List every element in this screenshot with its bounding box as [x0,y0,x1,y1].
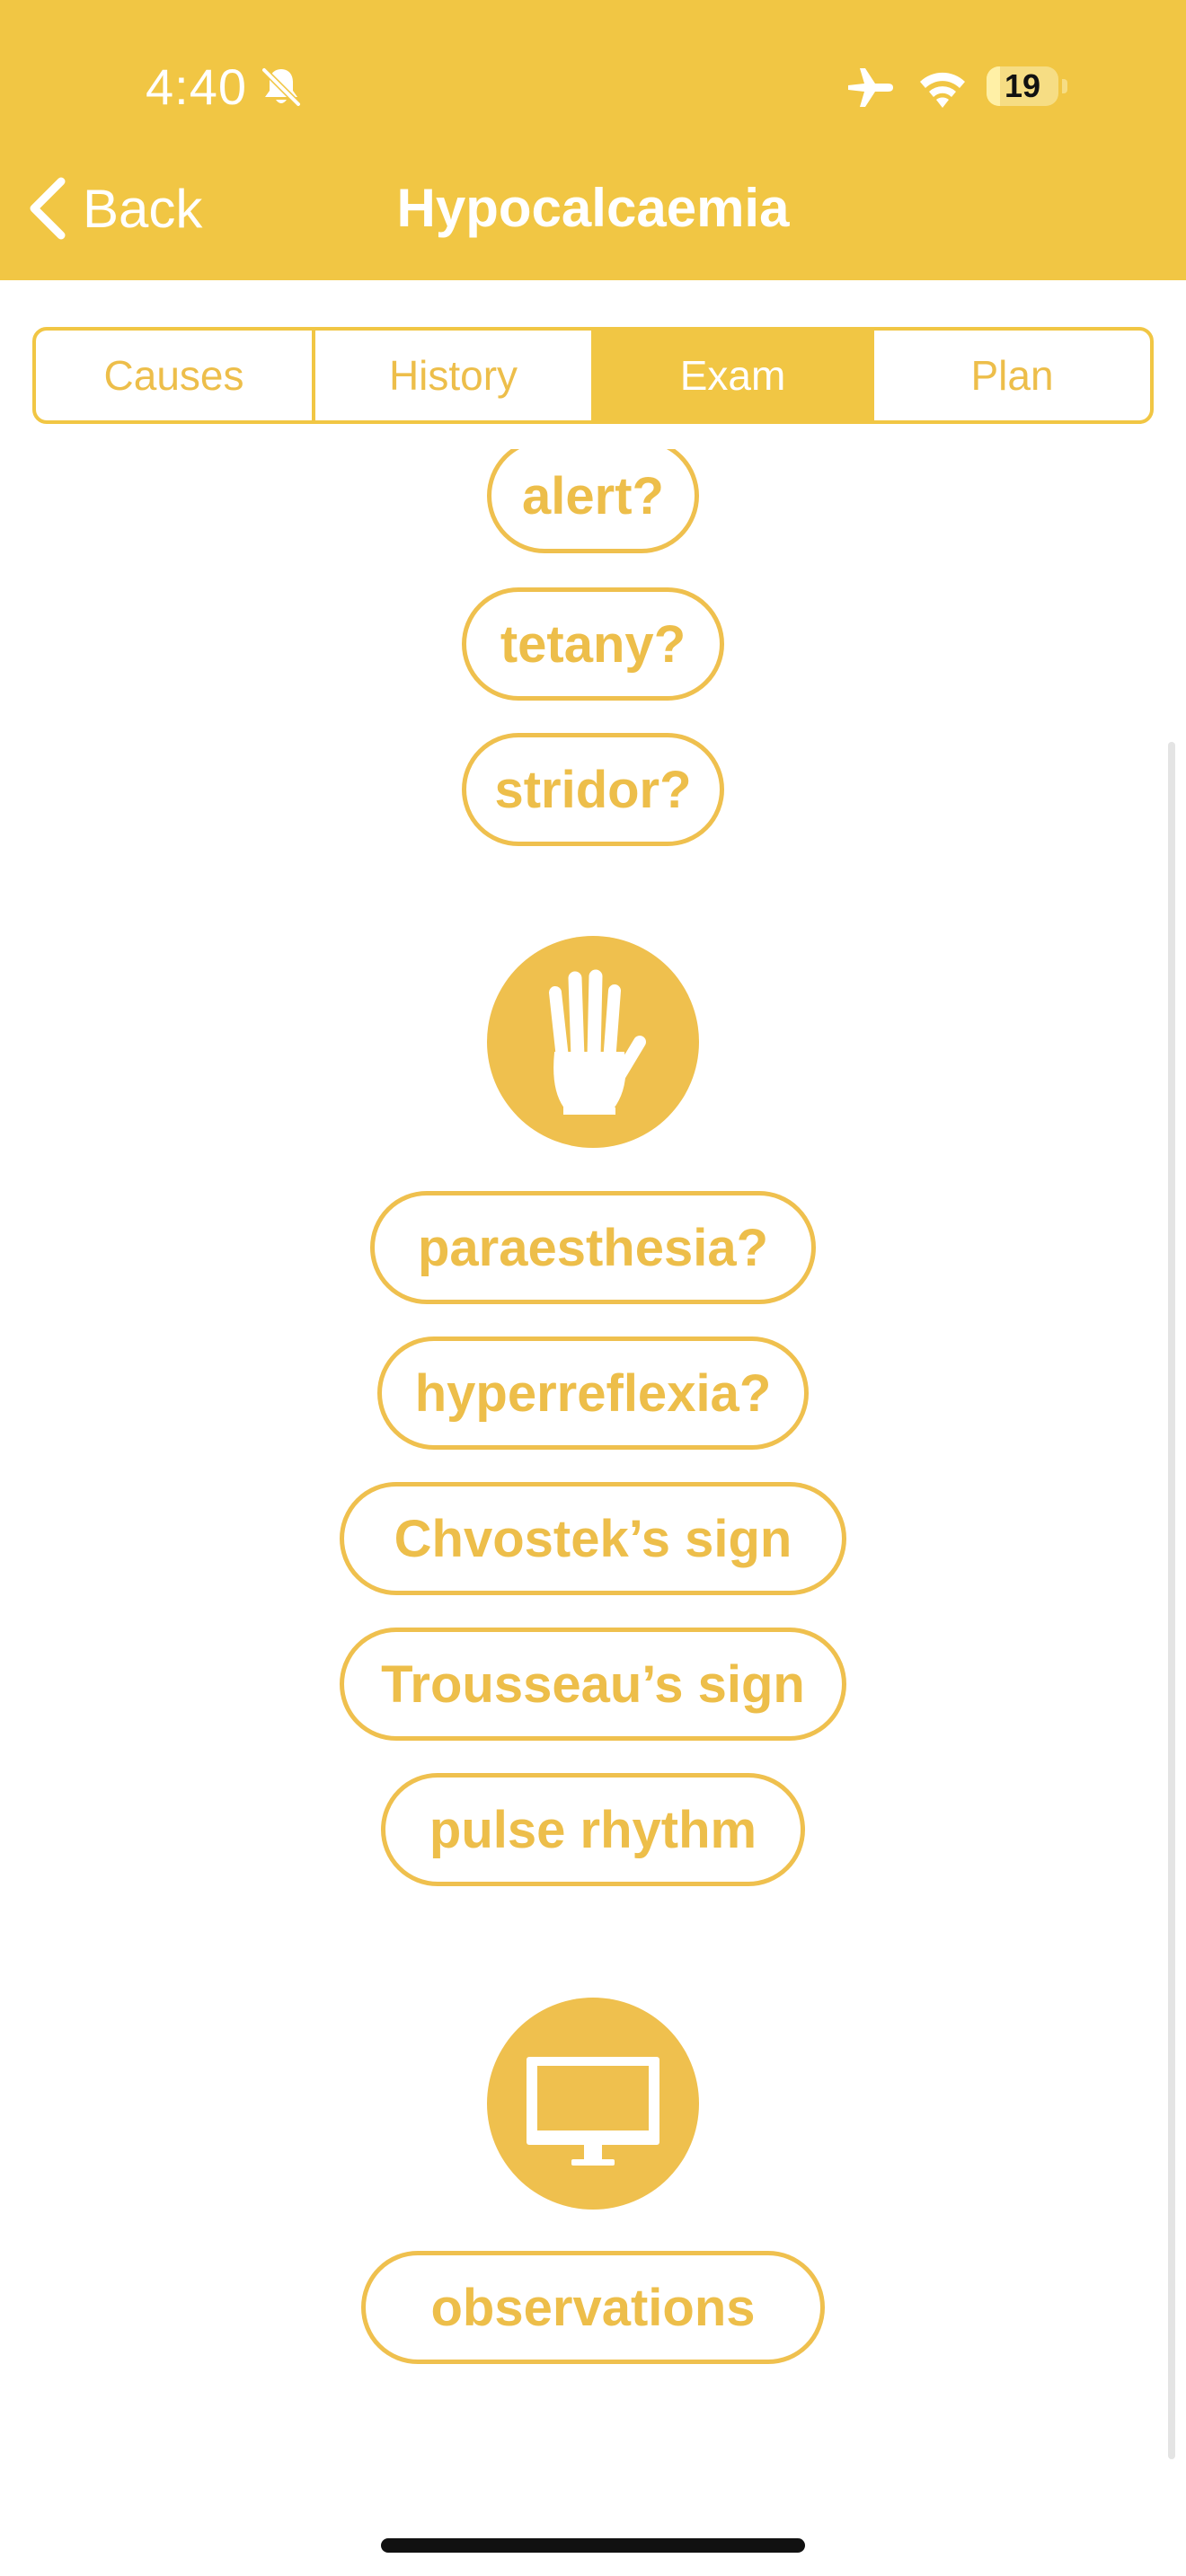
monitor-icon [527,2057,659,2166]
exam-item-pulse-rhythm[interactable]: pulse rhythm [381,1773,805,1886]
battery-tip [1062,79,1067,93]
hand-icon [549,969,646,1115]
exam-item-tetany[interactable]: tetany? [462,587,724,701]
exam-item-trousseaus-sign[interactable]: Trousseau’s sign [340,1628,846,1741]
wifi-icon [920,72,965,108]
feel-section-badge [487,936,699,1148]
exam-content[interactable]: alert? tetany? stridor? paraesthesia? hy… [0,449,1186,2497]
tab-exam[interactable]: Exam [595,331,874,420]
exam-item-alert[interactable]: alert? [487,449,699,553]
back-button[interactable]: Back [25,172,202,244]
tab-history[interactable]: History [315,331,595,420]
scrollbar[interactable] [1168,742,1175,2459]
section-tabs: Causes History Exam Plan [32,327,1154,424]
monitor-section-badge [487,1998,699,2210]
airplane-mode-icon [848,68,893,107]
chevron-left-icon [30,177,66,240]
tab-causes[interactable]: Causes [36,331,315,420]
battery-indicator: 19 [987,66,1058,106]
app-header: 4:40 19 Back Hypocalcaemia [0,0,1186,280]
exam-item-paraesthesia[interactable]: paraesthesia? [370,1191,816,1304]
home-indicator[interactable] [381,2538,805,2553]
tab-plan[interactable]: Plan [874,331,1150,420]
battery-level: 19 [1004,67,1041,104]
exam-item-hyperreflexia[interactable]: hyperreflexia? [377,1337,809,1450]
back-button-label: Back [83,178,203,239]
bell-off-icon [261,66,302,108]
exam-item-chvosteks-sign[interactable]: Chvostek’s sign [340,1482,846,1595]
exam-item-stridor[interactable]: stridor? [462,733,724,846]
exam-item-observations[interactable]: observations [361,2251,825,2364]
status-time: 4:40 [146,58,247,115]
page-title: Hypocalcaemia [396,178,790,238]
